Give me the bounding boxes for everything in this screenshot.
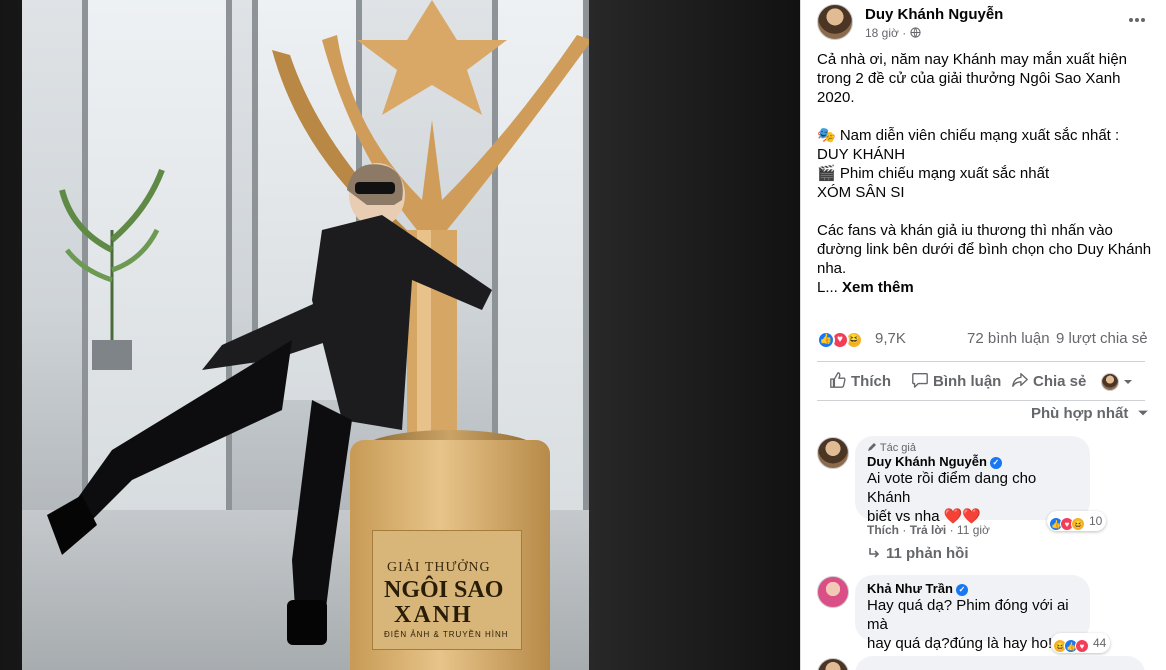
post-body: Cả nhà ơi, năm nay Khánh may mắn xuất hi…: [817, 50, 1153, 297]
commenter-avatar[interactable]: [817, 437, 849, 469]
sort-label: Phù hợp nhất: [1031, 405, 1129, 422]
author-avatar[interactable]: [817, 4, 853, 40]
ellipsis-icon: [1129, 18, 1145, 22]
comment-text-line: Hay quá dạ? Phim đóng với ai mà: [867, 597, 1069, 633]
author-tag-label: Tác giả: [879, 442, 916, 454]
post-time-text: 18 giờ: [865, 26, 899, 40]
share-count[interactable]: 9 lượt chia sẻ: [1056, 330, 1148, 347]
reaction-count[interactable]: 9,7K: [875, 330, 906, 347]
reply-arrow-icon: [869, 548, 880, 558]
share-label: Chia sẻ: [1033, 373, 1087, 390]
replies-count: 11 phản hồi: [886, 545, 969, 562]
reaction-summary: 👍 ♥ 😆 9,7K 72 bình luận 9 lượt chia sẻ: [817, 329, 1151, 351]
commenter-avatar[interactable]: [817, 576, 849, 608]
author-tag: Tác giả: [867, 442, 1078, 454]
author-name[interactable]: Duy Khánh Nguyễn: [865, 6, 1003, 23]
like-label: Thích: [851, 373, 891, 390]
comment-text-line: Ai vote rồi điểm dang cho Khánh: [867, 470, 1037, 506]
share-button[interactable]: Chia sẻ: [1011, 368, 1086, 396]
post-paragraph: 🎬 Phim chiếu mạng xuất sắc nhất: [817, 165, 1050, 182]
haha-mini-icon: 😆: [1071, 517, 1085, 531]
post-paragraph: 🎭 Nam diễn viên chiếu mạng xuất sắc nhất…: [817, 127, 1120, 144]
comment-count[interactable]: 72 bình luận: [967, 330, 1050, 347]
comment-icon: [912, 373, 928, 388]
post-details-panel: Duy Khánh Nguyễn 18 giờ · Cả nhà ơi, năm…: [800, 0, 1166, 670]
comment-bubble: Khả Như Trần ✓ Hay quá dạ? Phim đóng với …: [855, 575, 1090, 652]
dot-separator: ·: [902, 26, 910, 40]
verified-badge-icon: ✓: [955, 584, 968, 596]
commenter-name[interactable]: Khả Như Trần ✓: [867, 581, 1078, 596]
truncation-text: L...: [817, 279, 838, 296]
globe-icon: [909, 27, 921, 38]
view-replies-link[interactable]: 11 phản hồi: [867, 545, 969, 562]
comment-time[interactable]: 11 giờ: [957, 523, 990, 537]
post-paragraph: [817, 107, 1153, 126]
like-reaction-icon[interactable]: 👍: [817, 331, 835, 349]
comment-button[interactable]: Bình luận: [911, 368, 1001, 396]
comment-text-line: hay quá dạ?đúng là hay ho!: [867, 635, 1053, 652]
comment-reactions[interactable]: 😆👍 ♥ 44: [1051, 633, 1111, 653]
comment-reply-link[interactable]: Trả lời: [910, 523, 947, 537]
commenter-avatar[interactable]: [817, 658, 849, 670]
post-header: Duy Khánh Nguyễn 18 giờ ·: [817, 4, 1157, 44]
divider: [817, 361, 1145, 362]
facebook-photo-viewer: GIẢI THƯỞNG NGÔI SAO XANH ĐIỆN ẢNH & TRU…: [0, 0, 1166, 670]
post-paragraph: [817, 202, 1153, 221]
verified-badge-icon: ✓: [989, 457, 1002, 469]
comment-reactions[interactable]: 👍 ♥ 😆 10: [1047, 511, 1107, 531]
more-options-icon[interactable]: [1125, 10, 1149, 34]
see-more-link[interactable]: Xem thêm: [842, 279, 914, 296]
post-photo[interactable]: GIẢI THƯỞNG NGÔI SAO XANH ĐIỆN ẢNH & TRU…: [22, 0, 589, 670]
divider: [817, 400, 1145, 401]
comment-bubble: Tác giả Duy Khánh Nguyễn ✓ Ai vote rồi đi…: [855, 436, 1090, 525]
post-paragraph: Các fans và khán giả iu thương thì nhấn …: [817, 222, 1152, 277]
plaque-line-1: GIẢI THƯỞNG: [387, 560, 491, 575]
love-mini-icon: ♥: [1075, 639, 1089, 653]
comment-sort-dropdown[interactable]: Phù hợp nhất: [1031, 405, 1149, 422]
post-time[interactable]: 18 giờ ·: [865, 26, 921, 40]
pen-icon: [868, 443, 876, 451]
commenter-name-text: Khả Như Trần: [867, 581, 953, 596]
post-truncation: L... Xem thêm: [817, 278, 1153, 297]
plaque-line-3: XANH: [394, 602, 473, 628]
caret-down-icon: [1124, 380, 1132, 384]
thumbs-up-icon: [830, 372, 846, 388]
comment-meta: Thích · Trả lời · 11 giờ: [867, 523, 990, 537]
caret-down-icon: [1137, 410, 1148, 416]
commenter-name[interactable]: Duy Khánh Nguyễn ✓: [867, 454, 1078, 469]
comment-bubble: [855, 656, 1145, 670]
plaque-line-2: NGÔI SAO: [384, 577, 504, 603]
photo-viewer[interactable]: GIẢI THƯỞNG NGÔI SAO XANH ĐIỆN ẢNH & TRU…: [0, 0, 800, 670]
plaque-line-4: ĐIỆN ẢNH & TRUYỀN HÌNH: [384, 630, 509, 639]
comment-reaction-count: 10: [1089, 514, 1103, 528]
comment-label: Bình luận: [933, 373, 1002, 390]
post-paragraph: Cả nhà ơi, năm nay Khánh may mắn xuất hi…: [817, 51, 1128, 106]
share-icon: [1012, 373, 1028, 387]
comment-reaction-count: 44: [1093, 636, 1107, 650]
commenter-name-text: Duy Khánh Nguyễn: [867, 454, 987, 469]
post-actions: Thích Bình luận Chia sẻ: [817, 368, 1147, 396]
viewer-avatar: [1101, 373, 1119, 391]
comment-like-link[interactable]: Thích: [867, 523, 899, 537]
dot-separator: ·: [949, 523, 957, 537]
like-button[interactable]: Thích: [829, 368, 891, 396]
post-paragraph: DUY KHÁNH: [817, 146, 906, 163]
post-paragraph: XÓM SÂN SI: [817, 184, 905, 201]
dot-separator: ·: [902, 523, 910, 537]
